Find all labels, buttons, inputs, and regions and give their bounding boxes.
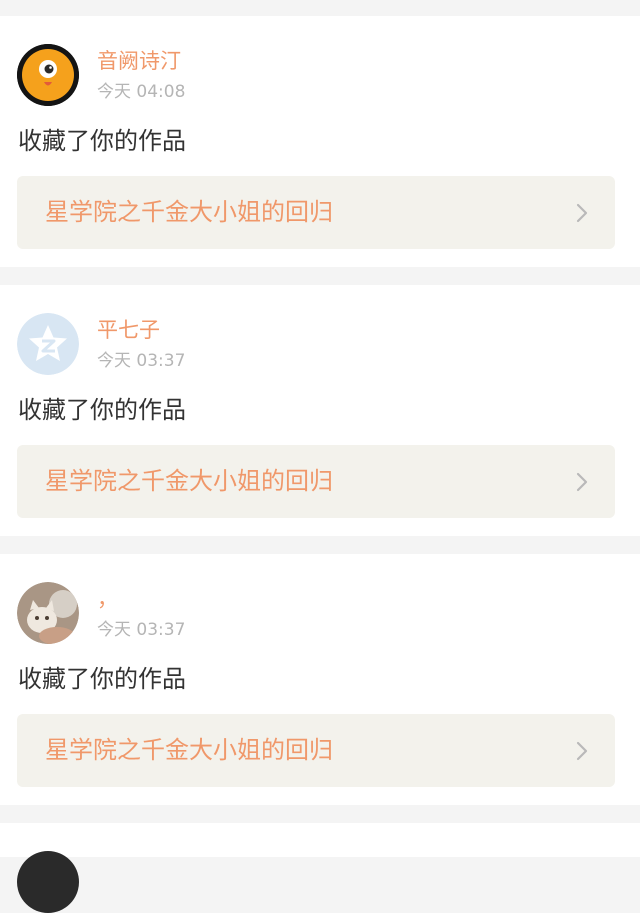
notification-card xyxy=(0,823,640,913)
action-text: 收藏了你的作品 xyxy=(18,665,186,693)
action-text: 收藏了你的作品 xyxy=(18,127,186,155)
timestamp: 今天 03:37 xyxy=(97,351,186,371)
notification-card: ， 今天 03:37 收藏了你的作品 星学院之千金大小姐的回归 xyxy=(0,554,640,805)
notification-card: 音阙诗汀 今天 04:08 收藏了你的作品 星学院之千金大小姐的回归 xyxy=(0,16,640,267)
default-qzone-star-avatar-icon xyxy=(17,313,79,375)
work-link[interactable]: 星学院之千金大小姐的回归 xyxy=(17,176,615,249)
user-avatar[interactable] xyxy=(17,44,79,106)
notification-feed: 音阙诗汀 今天 04:08 收藏了你的作品 星学院之千金大小姐的回归 平七子 今… xyxy=(0,0,640,913)
chevron-right-icon xyxy=(576,741,588,761)
username[interactable]: 音阙诗汀 xyxy=(97,48,181,74)
photo-avatar-cat-icon xyxy=(17,582,79,644)
chevron-right-icon xyxy=(576,472,588,492)
orange-one-eyed-monster-avatar-icon xyxy=(17,44,79,106)
work-title: 星学院之千金大小姐的回归 xyxy=(45,198,333,226)
timestamp: 今天 03:37 xyxy=(97,620,186,640)
username[interactable]: 平七子 xyxy=(97,317,160,343)
work-link[interactable]: 星学院之千金大小姐的回归 xyxy=(17,714,615,787)
work-title: 星学院之千金大小姐的回归 xyxy=(45,467,333,495)
action-text: 收藏了你的作品 xyxy=(18,396,186,424)
notification-card: 平七子 今天 03:37 收藏了你的作品 星学院之千金大小姐的回归 xyxy=(0,285,640,536)
timestamp: 今天 04:08 xyxy=(97,82,186,102)
user-avatar[interactable] xyxy=(17,582,79,644)
username[interactable]: ， xyxy=(97,586,118,612)
work-link[interactable]: 星学院之千金大小姐的回归 xyxy=(17,445,615,518)
chevron-right-icon xyxy=(576,203,588,223)
user-avatar[interactable] xyxy=(17,313,79,375)
work-title: 星学院之千金大小姐的回归 xyxy=(45,736,333,764)
user-avatar[interactable] xyxy=(17,851,79,913)
